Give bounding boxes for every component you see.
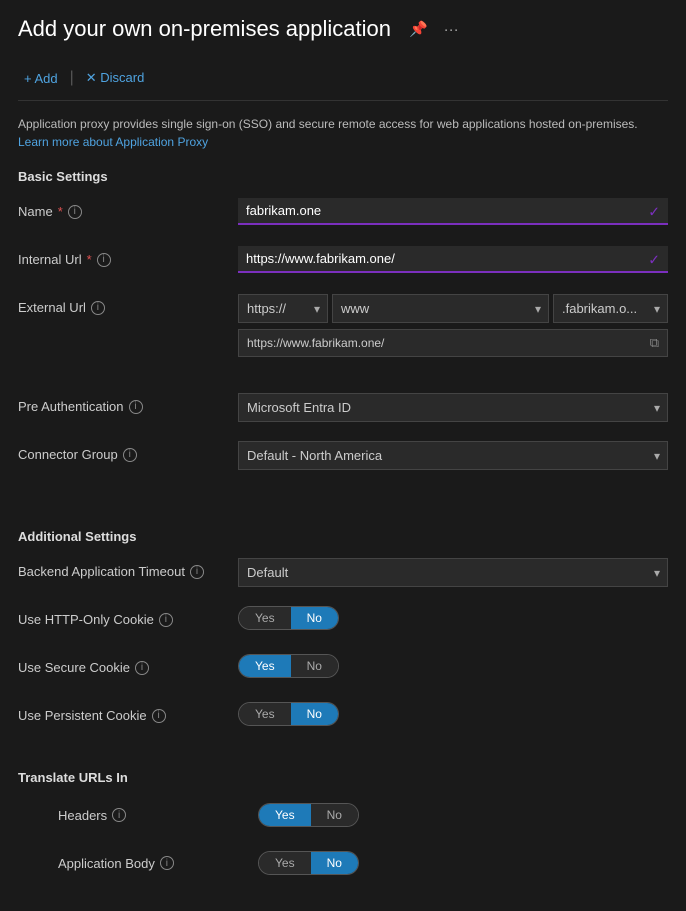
additional-settings-title: Additional Settings xyxy=(18,529,668,544)
backend-timeout-select[interactable]: Default Long xyxy=(238,558,668,587)
http-only-cookie-info-icon[interactable]: i xyxy=(159,613,173,627)
secure-cookie-yes[interactable]: Yes xyxy=(239,655,291,677)
backend-timeout-select-wrap: Default Long ▾ xyxy=(238,558,668,587)
connector-group-info-icon[interactable]: i xyxy=(123,448,137,462)
headers-yes[interactable]: Yes xyxy=(259,804,311,826)
name-input[interactable] xyxy=(238,198,668,225)
application-body-label: Application Body i xyxy=(58,856,258,871)
persistent-cookie-no[interactable]: No xyxy=(291,703,338,725)
name-row: Name * i ✓ xyxy=(18,198,668,230)
internal-url-label: Internal Url * i xyxy=(18,246,238,267)
internal-url-input-wrap: ✓ xyxy=(238,246,668,273)
secure-cookie-info-icon[interactable]: i xyxy=(135,661,149,675)
connector-group-row: Connector Group i Default - North Americ… xyxy=(18,441,668,473)
application-body-yes[interactable]: Yes xyxy=(259,852,311,874)
discard-button[interactable]: ✕ Discard xyxy=(80,66,151,90)
headers-info-icon[interactable]: i xyxy=(112,808,126,822)
application-body-no[interactable]: No xyxy=(311,852,358,874)
basic-settings-title: Basic Settings xyxy=(18,169,668,184)
secure-cookie-row: Use Secure Cookie i Yes No xyxy=(18,654,668,686)
http-only-cookie-row: Use HTTP-Only Cookie i Yes No xyxy=(18,606,668,638)
secure-cookie-toggle-wrap: Yes No xyxy=(238,654,668,678)
external-url-protocol-wrap: https:// http:// ▾ xyxy=(238,294,328,323)
name-info-icon[interactable]: i xyxy=(68,205,82,219)
pin-icon[interactable]: 📌 xyxy=(405,18,432,40)
http-only-cookie-toggle-wrap: Yes No xyxy=(238,606,668,630)
info-banner: Application proxy provides single sign-o… xyxy=(18,115,668,151)
page-title: Add your own on-premises application 📌 ·… xyxy=(18,16,668,42)
headers-no[interactable]: No xyxy=(311,804,358,826)
add-button[interactable]: + Add xyxy=(18,67,64,90)
persistent-cookie-toggle-wrap: Yes No xyxy=(238,702,668,726)
toolbar-divider: | xyxy=(70,69,74,87)
secure-cookie-no[interactable]: No xyxy=(291,655,338,677)
external-url-domain-wrap: .fabrikam.o... .fabrikam.one ▾ xyxy=(553,294,668,323)
persistent-cookie-info-icon[interactable]: i xyxy=(152,709,166,723)
name-label: Name * i xyxy=(18,198,238,219)
backend-timeout-label: Backend Application Timeout i xyxy=(18,558,238,579)
pre-auth-label: Pre Authentication i xyxy=(18,393,238,414)
external-url-row: External Url i https:// http:// ▾ www ▾ xyxy=(18,294,668,357)
headers-toggle: Yes No xyxy=(258,803,359,827)
persistent-cookie-label: Use Persistent Cookie i xyxy=(18,702,238,723)
more-icon[interactable]: ··· xyxy=(440,19,463,40)
http-only-cookie-toggle: Yes No xyxy=(238,606,339,630)
pre-auth-select[interactable]: Microsoft Entra ID Passthrough xyxy=(238,393,668,422)
pre-auth-row: Pre Authentication i Microsoft Entra ID … xyxy=(18,393,668,425)
external-url-label: External Url i xyxy=(18,294,238,315)
secure-cookie-toggle: Yes No xyxy=(238,654,339,678)
http-only-cookie-yes[interactable]: Yes xyxy=(239,607,291,629)
external-url-subdomain-wrap: www ▾ xyxy=(332,294,549,323)
name-required: * xyxy=(58,204,63,219)
translate-urls-title: Translate URLs In xyxy=(18,770,668,785)
internal-url-row: Internal Url * i ✓ xyxy=(18,246,668,278)
external-url-wrap: https:// http:// ▾ www ▾ .fabrikam.o... … xyxy=(238,294,668,357)
learn-more-link[interactable]: Learn more about Application Proxy xyxy=(18,135,208,149)
backend-timeout-row: Backend Application Timeout i Default Lo… xyxy=(18,558,668,590)
pre-auth-dropdown: Microsoft Entra ID Passthrough ▾ xyxy=(238,393,668,422)
external-url-subdomain-select[interactable]: www xyxy=(332,294,549,323)
pre-auth-select-wrap: Microsoft Entra ID Passthrough ▾ xyxy=(238,393,668,422)
headers-row: Headers i Yes No xyxy=(18,799,668,831)
connector-group-label: Connector Group i xyxy=(18,441,238,462)
connector-group-dropdown: Default - North America ▾ xyxy=(238,441,668,470)
backend-timeout-info-icon[interactable]: i xyxy=(190,565,204,579)
internal-url-check-icon: ✓ xyxy=(648,251,660,268)
secure-cookie-label: Use Secure Cookie i xyxy=(18,654,238,675)
toolbar: + Add | ✕ Discard xyxy=(18,56,668,101)
internal-url-input[interactable] xyxy=(238,246,668,273)
external-url-domain-select[interactable]: .fabrikam.o... .fabrikam.one xyxy=(553,294,668,323)
external-url-protocol-select[interactable]: https:// http:// xyxy=(238,294,328,323)
persistent-cookie-yes[interactable]: Yes xyxy=(239,703,291,725)
http-only-cookie-label: Use HTTP-Only Cookie i xyxy=(18,606,238,627)
headers-label: Headers i xyxy=(58,808,258,823)
persistent-cookie-toggle: Yes No xyxy=(238,702,339,726)
application-body-toggle: Yes No xyxy=(258,851,359,875)
http-only-cookie-no[interactable]: No xyxy=(291,607,338,629)
persistent-cookie-row: Use Persistent Cookie i Yes No xyxy=(18,702,668,734)
backend-timeout-dropdown: Default Long ▾ xyxy=(238,558,668,587)
pre-auth-info-icon[interactable]: i xyxy=(129,400,143,414)
headers-toggle-wrap: Yes No xyxy=(258,803,359,827)
connector-group-select[interactable]: Default - North America xyxy=(238,441,668,470)
name-check-icon: ✓ xyxy=(648,203,660,220)
external-url-info-icon[interactable]: i xyxy=(91,301,105,315)
connector-group-select-wrap: Default - North America ▾ xyxy=(238,441,668,470)
internal-url-info-icon[interactable]: i xyxy=(97,253,111,267)
copy-icon[interactable]: ⧉ xyxy=(650,335,659,351)
application-body-toggle-wrap: Yes No xyxy=(258,851,359,875)
name-input-wrap: ✓ xyxy=(238,198,668,225)
application-body-info-icon[interactable]: i xyxy=(160,856,174,870)
internal-url-required: * xyxy=(87,252,92,267)
application-body-row: Application Body i Yes No xyxy=(18,847,668,879)
external-url-preview: https://www.fabrikam.one/ ⧉ xyxy=(238,329,668,357)
